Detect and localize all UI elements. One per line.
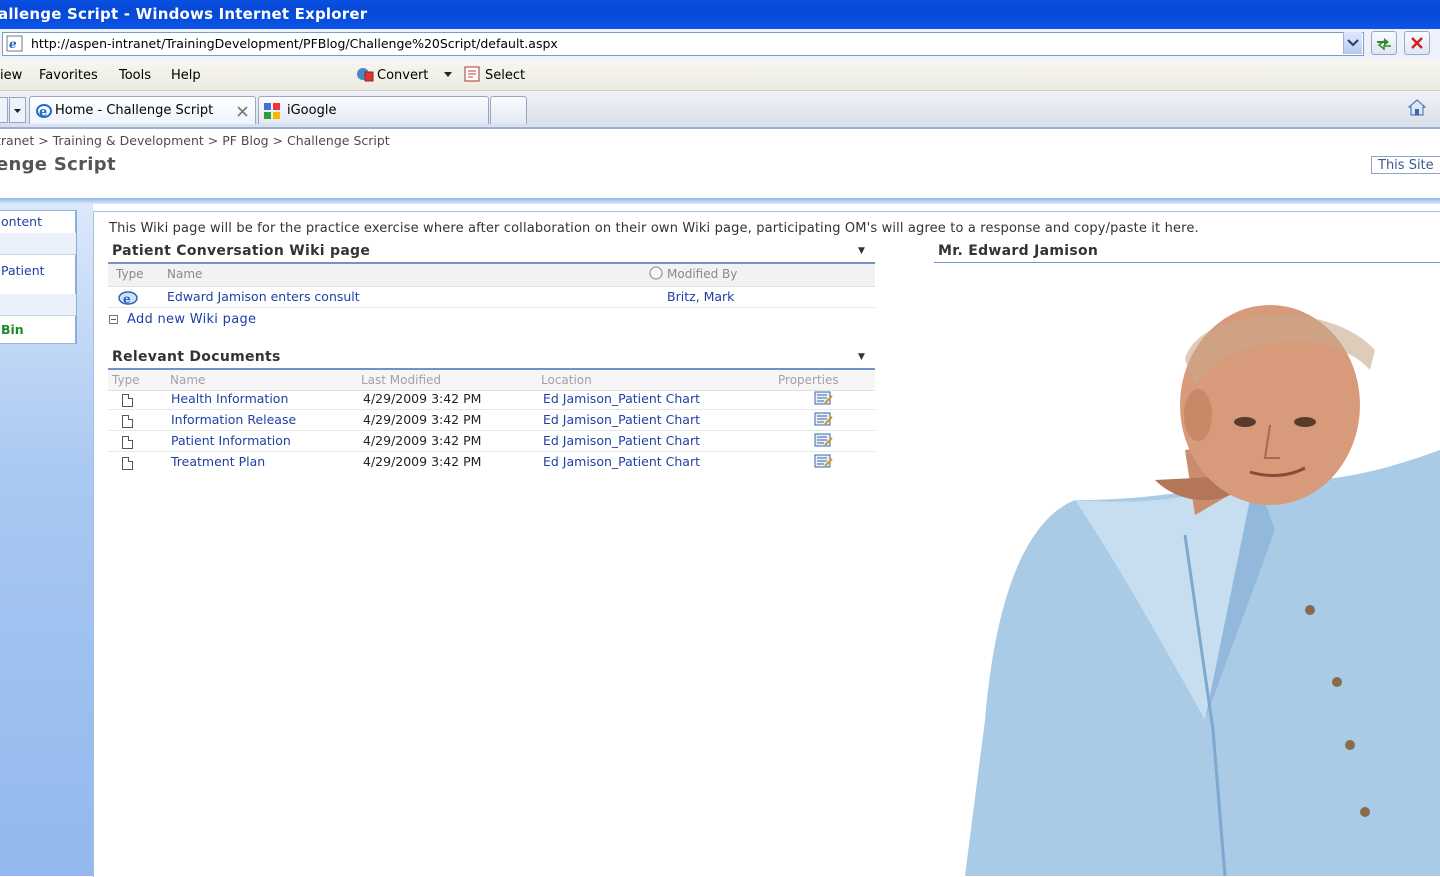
convert-icon xyxy=(357,68,374,82)
document-name-link[interactable]: Treatment Plan xyxy=(171,454,265,469)
row-divider xyxy=(108,409,875,410)
convert-button[interactable]: Convert xyxy=(356,66,428,83)
wiki-page-icon: e xyxy=(118,291,138,306)
menu-help[interactable]: Help xyxy=(171,68,201,83)
row-divider xyxy=(108,451,875,452)
menu-tools[interactable]: Tools xyxy=(119,68,151,83)
intro-text: This Wiki page will be for the practice … xyxy=(109,221,1199,236)
row-divider xyxy=(108,430,875,431)
wiki-column-header: Type Name Modified By xyxy=(108,264,875,287)
add-new-wiki-page-link[interactable]: Add new Wiki page xyxy=(127,312,256,327)
document-icon xyxy=(122,394,133,407)
header-divider xyxy=(0,198,1440,204)
tab-label: iGoogle xyxy=(287,103,337,118)
col-modified-by[interactable]: Modified By xyxy=(667,267,737,281)
document-name-link[interactable]: Patient Information xyxy=(171,433,291,448)
document-modified: 4/29/2009 3:42 PM xyxy=(363,433,482,448)
svg-text:e: e xyxy=(39,105,47,119)
patient-section-rule xyxy=(934,262,1440,263)
nav-item-blank xyxy=(0,233,76,255)
menu-bar: iew Favorites Tools Help Convert Select xyxy=(0,60,1440,91)
refresh-button[interactable] xyxy=(1371,31,1397,55)
menu-view[interactable]: iew xyxy=(0,68,22,83)
igoogle-icon xyxy=(264,103,280,119)
col-location[interactable]: Location xyxy=(541,373,592,387)
select-button[interactable]: Select xyxy=(464,66,525,83)
documents-column-header: Type Name Last Modified Location Propert… xyxy=(108,370,875,391)
convert-dropdown-icon[interactable] xyxy=(444,72,453,78)
address-url[interactable]: http://aspen-intranet/TrainingDevelopmen… xyxy=(31,36,558,51)
tab-list-button[interactable] xyxy=(9,97,26,123)
properties-icon[interactable] xyxy=(814,433,833,447)
page-title: enge Script xyxy=(0,154,116,175)
tab-bar: e Home - Challenge Script iGoogle xyxy=(0,91,1440,129)
document-location-link[interactable]: Ed Jamison_Patient Chart xyxy=(543,433,700,448)
document-name-link[interactable]: Health Information xyxy=(171,391,288,406)
breadcrumb[interactable]: tranet > Training & Development > PF Blo… xyxy=(0,133,390,148)
chevron-down-icon xyxy=(1347,39,1359,47)
convert-label: Convert xyxy=(377,68,429,83)
status-circle-icon xyxy=(649,266,663,280)
ie-page-icon: e xyxy=(6,35,23,52)
ie-icon: e xyxy=(36,104,52,119)
svg-text:e: e xyxy=(9,37,17,51)
tab-home-challenge-script[interactable]: e Home - Challenge Script xyxy=(29,96,256,124)
add-icon xyxy=(109,315,118,324)
documents-section-title: Relevant Documents xyxy=(112,349,281,365)
close-icon xyxy=(1411,37,1423,49)
stop-button[interactable] xyxy=(1404,31,1430,55)
home-icon[interactable] xyxy=(1406,97,1428,117)
address-dropdown-button[interactable] xyxy=(1343,32,1362,54)
search-scope-select[interactable]: This Site xyxy=(1371,156,1440,174)
row-divider xyxy=(108,307,875,308)
document-icon xyxy=(122,436,133,449)
tab-igoogle[interactable]: iGoogle xyxy=(258,96,489,124)
document-modified: 4/29/2009 3:42 PM xyxy=(363,412,482,427)
document-modified: 4/29/2009 3:42 PM xyxy=(363,454,482,469)
wiki-section-title: Patient Conversation Wiki page xyxy=(112,243,371,259)
col-name[interactable]: Name xyxy=(167,267,202,281)
nav-item-recycle-bin[interactable]: Bin xyxy=(0,315,76,343)
window-titlebar: allenge Script - Windows Internet Explor… xyxy=(0,0,1440,29)
nav-item-content[interactable]: ontent xyxy=(0,211,76,234)
col-type[interactable]: Type xyxy=(116,267,144,281)
col-name[interactable]: Name xyxy=(170,373,205,387)
col-last-modified[interactable]: Last Modified xyxy=(361,373,441,387)
nav-item-patient[interactable]: Patient xyxy=(0,254,76,295)
document-icon xyxy=(122,457,133,470)
document-location-link[interactable]: Ed Jamison_Patient Chart xyxy=(543,454,700,469)
wiki-modified-by[interactable]: Britz, Mark xyxy=(667,289,734,304)
svg-text:e: e xyxy=(123,292,131,306)
col-type[interactable]: Type xyxy=(112,373,140,387)
chevron-down-icon xyxy=(14,109,21,113)
address-bar: e http://aspen-intranet/TrainingDevelopm… xyxy=(0,29,1440,61)
wiki-section-menu-icon[interactable]: ▼ xyxy=(858,246,865,256)
left-navigation: ontent Patient Bin xyxy=(0,210,77,344)
patient-section-title: Mr. Edward Jamison xyxy=(938,243,1099,259)
properties-icon[interactable] xyxy=(814,412,833,426)
document-icon xyxy=(122,415,133,428)
col-properties[interactable]: Properties xyxy=(778,373,839,387)
tab-close-icon[interactable] xyxy=(237,106,248,117)
select-label: Select xyxy=(485,68,526,83)
select-icon xyxy=(464,66,480,82)
nav-item-blank xyxy=(0,294,76,316)
properties-icon[interactable] xyxy=(814,454,833,468)
document-location-link[interactable]: Ed Jamison_Patient Chart xyxy=(543,391,700,406)
wiki-page-link[interactable]: Edward Jamison enters consult xyxy=(167,289,360,304)
menu-favorites[interactable]: Favorites xyxy=(39,68,98,83)
window-title: allenge Script - Windows Internet Explor… xyxy=(0,5,368,23)
document-name-link[interactable]: Information Release xyxy=(171,412,296,427)
properties-icon[interactable] xyxy=(814,391,833,405)
documents-section-menu-icon[interactable]: ▼ xyxy=(858,352,865,362)
address-field[interactable]: e http://aspen-intranet/TrainingDevelopm… xyxy=(2,32,1364,56)
document-modified: 4/29/2009 3:42 PM xyxy=(363,391,482,406)
document-location-link[interactable]: Ed Jamison_Patient Chart xyxy=(543,412,700,427)
refresh-icon xyxy=(1377,38,1391,51)
tab-label: Home - Challenge Script xyxy=(55,103,214,118)
new-tab-button[interactable] xyxy=(490,96,527,124)
quick-tabs-button[interactable] xyxy=(0,97,8,123)
patient-photo xyxy=(965,305,1440,876)
